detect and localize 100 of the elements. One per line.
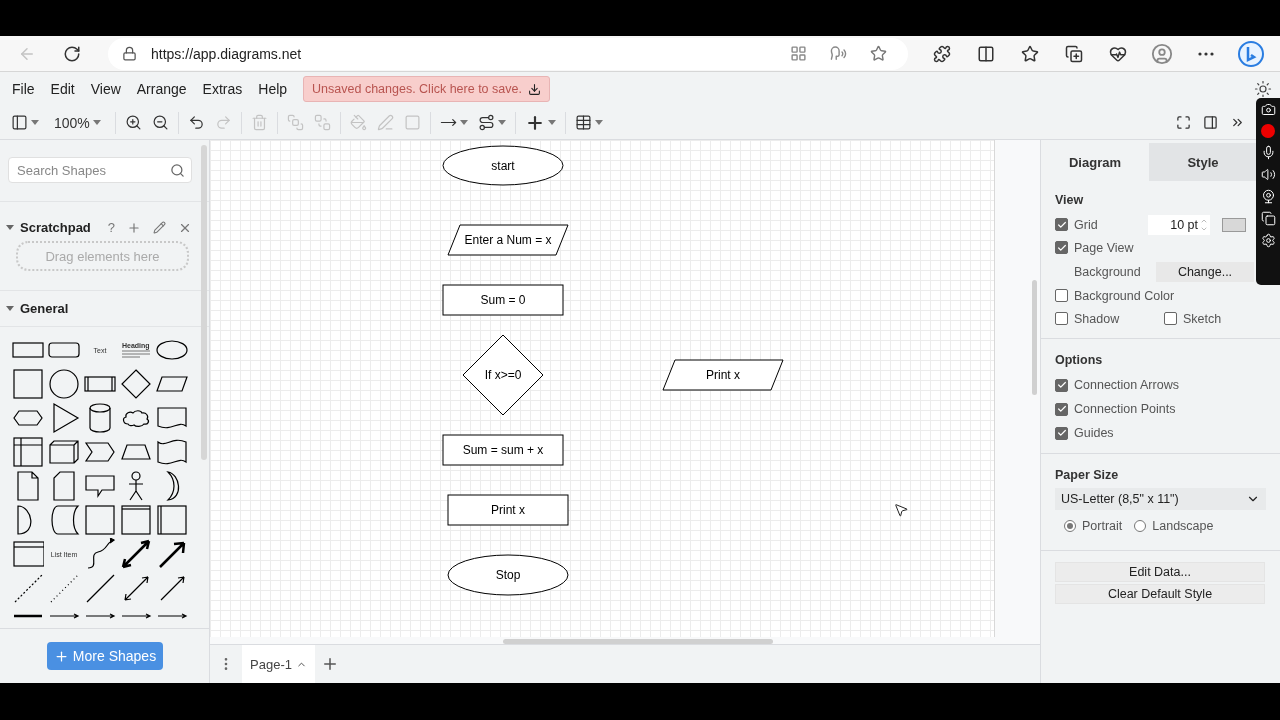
option-label[interactable]: Sketch <box>1183 311 1222 326</box>
option-label[interactable]: Landscape <box>1152 519 1214 533</box>
collections-icon <box>1065 44 1083 63</box>
section-title[interactable]: General <box>20 301 195 316</box>
change-background-button[interactable]: Change... <box>1156 261 1254 282</box>
radio-button[interactable] <box>1134 520 1147 532</box>
plus-icon <box>53 648 69 664</box>
container-shape[interactable] <box>84 504 116 536</box>
option-label[interactable]: Grid <box>1074 217 1098 232</box>
logo <box>1237 39 1265 68</box>
section-title: View <box>1055 193 1084 209</box>
diamond-shape[interactable] <box>120 368 152 400</box>
data-storage-shape[interactable] <box>48 504 80 536</box>
camera-icon[interactable] <box>1260 102 1276 117</box>
menu-item[interactable]: File <box>4 81 43 97</box>
circle-shape[interactable] <box>48 368 80 400</box>
node-label: Enter a Num = x <box>464 233 552 247</box>
sun-icon[interactable] <box>1254 80 1272 98</box>
grid-size-field[interactable]: 10 pt <box>1148 214 1210 235</box>
option-label[interactable]: Guides <box>1074 426 1114 440</box>
menu-item[interactable]: View <box>82 81 129 97</box>
star-icon <box>869 45 887 62</box>
checkbox[interactable] <box>1055 426 1068 440</box>
search-field[interactable]: Search Shapes <box>15 161 170 179</box>
settings-icon[interactable] <box>1260 233 1276 248</box>
panel-tab[interactable]: Style <box>1149 143 1257 181</box>
edit-button[interactable] <box>150 221 169 234</box>
plus-icon <box>127 220 141 235</box>
expand-icon[interactable] <box>6 225 14 230</box>
option-label[interactable]: Page View <box>1074 240 1134 255</box>
checkbox[interactable] <box>1164 312 1177 325</box>
node-label: Print x <box>491 503 525 517</box>
option-label[interactable]: Portrait <box>1082 519 1123 533</box>
split-screen-icon <box>977 44 995 63</box>
menu-item[interactable]: Arrange <box>128 81 195 97</box>
menu-item[interactable]: Help <box>250 81 296 97</box>
node-label: start <box>491 158 515 173</box>
lock-icon <box>122 46 137 61</box>
url-text: https://app.diagrams.net <box>151 45 303 62</box>
speech-icon <box>829 45 847 62</box>
checkbox[interactable] <box>1055 402 1068 416</box>
star-icon <box>1021 44 1039 63</box>
plus-icon <box>321 655 339 673</box>
grid-color-swatch[interactable] <box>1222 217 1246 232</box>
address-bar[interactable]: https://app.diagrams.net <box>108 37 908 70</box>
menu-item[interactable]: Edit <box>42 81 83 97</box>
section-title[interactable]: Scratchpad <box>20 220 99 235</box>
option-label: Background <box>1074 264 1141 279</box>
zoom-level-button[interactable]: 100% <box>44 108 111 137</box>
option-label[interactable]: Connection Arrows <box>1074 378 1179 392</box>
speaker-icon[interactable] <box>1260 167 1276 182</box>
node-label: Sum = sum + x <box>462 443 544 457</box>
list-shape[interactable] <box>12 538 44 570</box>
checkbox[interactable] <box>1055 312 1068 325</box>
scrollbar[interactable] <box>201 145 207 460</box>
radio-button[interactable] <box>1064 520 1076 532</box>
puzzle-icon <box>933 44 951 63</box>
line-shape[interactable] <box>84 572 116 604</box>
webcam-icon[interactable] <box>1260 189 1276 204</box>
node-label: Sum = 0 <box>480 293 526 307</box>
pencil-icon <box>153 221 166 234</box>
reload-icon <box>63 44 81 63</box>
heart-pulse-icon <box>1109 44 1127 63</box>
search-icon <box>170 162 185 178</box>
checkbox[interactable] <box>1055 378 1068 392</box>
checkbox[interactable] <box>1055 241 1068 254</box>
download-icon <box>527 82 541 96</box>
more-icon <box>1198 51 1214 56</box>
paper-size-select[interactable]: US-Letter (8,5" x 11") <box>1055 488 1266 510</box>
vertical-swimlane-shape[interactable] <box>156 504 188 536</box>
option-label[interactable]: Shadow <box>1074 311 1158 326</box>
node-label: If x>=0 <box>484 368 522 382</box>
scrollbar[interactable] <box>503 639 773 644</box>
panel-button[interactable]: Clear Default Style <box>1055 584 1265 604</box>
node-label: Print x <box>706 368 740 382</box>
expand-icon[interactable] <box>6 306 14 311</box>
internal-storage-shape[interactable] <box>12 436 44 468</box>
panel-button[interactable]: Edit Data... <box>1055 562 1265 582</box>
option-label[interactable]: Background Color <box>1074 288 1175 303</box>
square-shape[interactable] <box>12 368 44 400</box>
record-button[interactable] <box>1261 124 1275 138</box>
checkbox[interactable] <box>1055 289 1068 302</box>
option-label[interactable]: Connection Points <box>1074 402 1176 416</box>
node-label: Stop <box>495 568 521 582</box>
cursor-icon <box>893 502 909 518</box>
grid-icon <box>789 45 807 62</box>
microphone-icon[interactable] <box>1260 145 1276 160</box>
double-arrow-shape[interactable] <box>120 538 152 570</box>
swimlane-shape[interactable] <box>120 504 152 536</box>
section-title: Paper Size <box>1055 468 1119 484</box>
search-box[interactable]: Search Shapes <box>8 157 192 183</box>
page-tab[interactable]: Page-1 <box>242 645 315 683</box>
panel-icon <box>1203 115 1218 130</box>
checkbox[interactable] <box>1055 218 1068 231</box>
section-title: Options <box>1055 353 1103 369</box>
scrollbar[interactable] <box>1032 280 1037 395</box>
windows-icon[interactable] <box>1260 211 1276 226</box>
help-button[interactable]: ? <box>104 220 118 235</box>
menu-item[interactable]: Extras <box>194 81 251 97</box>
avatar-icon <box>1151 42 1173 65</box>
